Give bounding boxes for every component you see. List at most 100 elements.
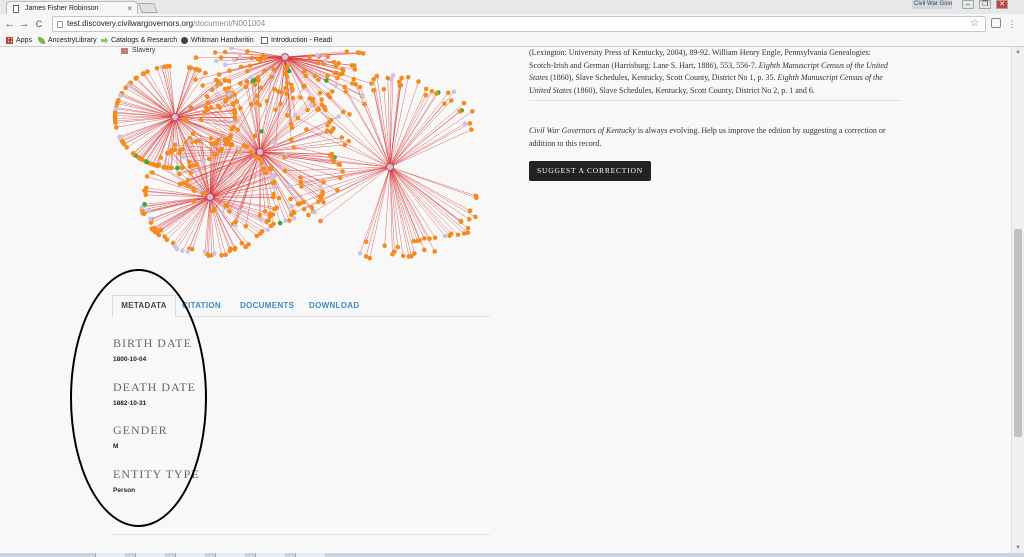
graph-node[interactable]: [304, 127, 309, 132]
graph-node[interactable]: [276, 195, 282, 201]
graph-node[interactable]: [283, 85, 288, 91]
graph-node[interactable]: [231, 57, 237, 63]
network-graph[interactable]: [100, 47, 480, 277]
graph-node[interactable]: [442, 233, 448, 239]
graph-node[interactable]: [406, 74, 411, 80]
graph-node[interactable]: [329, 89, 335, 94]
graph-node[interactable]: [243, 244, 248, 249]
graph-node[interactable]: [343, 89, 349, 94]
graph-node[interactable]: [232, 120, 237, 126]
graph-node[interactable]: [298, 201, 303, 206]
graph-node[interactable]: [214, 77, 219, 83]
graph-node[interactable]: [352, 63, 357, 68]
graph-node[interactable]: [399, 75, 404, 81]
graph-node[interactable]: [222, 86, 228, 92]
taskbar-item[interactable]: [215, 553, 245, 557]
graph-node[interactable]: [262, 209, 268, 214]
graph-node[interactable]: [232, 115, 238, 120]
graph-node[interactable]: [291, 145, 296, 150]
graph-node[interactable]: [314, 53, 320, 58]
graph-node[interactable]: [120, 139, 125, 144]
graph-node[interactable]: [228, 132, 234, 138]
tab-documents[interactable]: DOCUMENTS: [240, 301, 294, 310]
graph-node[interactable]: [172, 243, 178, 249]
graph-node[interactable]: [258, 85, 264, 91]
graph-node[interactable]: [181, 154, 186, 159]
graph-node[interactable]: [462, 121, 468, 126]
graph-node[interactable]: [298, 180, 304, 185]
graph-node[interactable]: [193, 55, 199, 60]
graph-node[interactable]: [390, 73, 396, 78]
new-tab-button[interactable]: [138, 3, 158, 13]
graph-node[interactable]: [449, 98, 454, 103]
graph-node[interactable]: [451, 89, 457, 94]
graph-node[interactable]: [177, 181, 183, 187]
graph-node[interactable]: [340, 109, 346, 115]
bookmark-whitman[interactable]: Whitman Handwritin: [181, 35, 254, 46]
graph-node[interactable]: [228, 142, 233, 148]
graph-node[interactable]: [334, 70, 339, 76]
graph-node[interactable]: [228, 246, 233, 251]
browser-tab[interactable]: James Fisher Robinson ×: [6, 1, 138, 15]
graph-node[interactable]: [295, 115, 301, 121]
graph-node[interactable]: [469, 127, 474, 132]
graph-hub-node[interactable]: [171, 113, 179, 121]
graph-node[interactable]: [360, 51, 366, 56]
graph-node[interactable]: [325, 54, 331, 59]
graph-node[interactable]: [473, 214, 478, 220]
graph-node[interactable]: [254, 100, 260, 105]
graph-node[interactable]: [303, 73, 309, 79]
graph-node[interactable]: [261, 166, 266, 172]
graph-node[interactable]: [335, 187, 340, 193]
graph-node[interactable]: [237, 54, 243, 60]
graph-node[interactable]: [236, 145, 241, 151]
scroll-up-icon[interactable]: ▲: [1015, 49, 1021, 55]
graph-node[interactable]: [227, 68, 232, 73]
graph-node[interactable]: [146, 208, 152, 214]
graph-node[interactable]: [177, 147, 183, 153]
graph-node[interactable]: [330, 127, 335, 132]
graph-node[interactable]: [432, 249, 438, 254]
graph-node[interactable]: [271, 191, 276, 197]
graph-node[interactable]: [283, 218, 288, 223]
graph-node[interactable]: [318, 184, 323, 189]
graph-node[interactable]: [339, 135, 345, 140]
graph-node[interactable]: [231, 102, 236, 108]
graph-node[interactable]: [340, 169, 345, 174]
graph-node[interactable]: [182, 116, 187, 122]
graph-node[interactable]: [302, 69, 307, 74]
graph-node[interactable]: [422, 247, 427, 253]
suggest-correction-button[interactable]: SUGGEST A CORRECTION: [529, 161, 651, 181]
minimize-button[interactable]: –: [962, 0, 974, 9]
graph-node[interactable]: [467, 216, 472, 222]
graph-node[interactable]: [162, 165, 168, 170]
graph-node[interactable]: [186, 159, 192, 165]
graph-node[interactable]: [112, 118, 118, 124]
graph-node[interactable]: [238, 105, 243, 111]
graph-node[interactable]: [298, 175, 303, 180]
graph-node[interactable]: [143, 189, 148, 194]
graph-node[interactable]: [409, 253, 414, 259]
graph-node[interactable]: [289, 82, 294, 88]
graph-node[interactable]: [467, 121, 473, 126]
bookmark-apps[interactable]: Apps: [6, 35, 32, 46]
graph-node[interactable]: [233, 219, 238, 225]
graph-node[interactable]: [342, 84, 347, 90]
taskbar-item[interactable]: [175, 553, 205, 557]
graph-node[interactable]: [262, 56, 267, 61]
graph-node[interactable]: [284, 81, 290, 86]
graph-node[interactable]: [298, 95, 303, 100]
address-bar[interactable]: test.discovery.civilwargovernors.org/doc…: [52, 16, 986, 32]
graph-node[interactable]: [282, 154, 287, 160]
graph-node[interactable]: [323, 58, 328, 63]
graph-node[interactable]: [448, 231, 454, 236]
graph-node[interactable]: [217, 105, 223, 110]
graph-node[interactable]: [231, 124, 237, 130]
graph-node[interactable]: [155, 163, 160, 169]
graph-node[interactable]: [269, 175, 274, 181]
graph-node[interactable]: [374, 73, 380, 79]
graph-node[interactable]: [188, 170, 194, 176]
graph-node[interactable]: [362, 102, 367, 107]
graph-node[interactable]: [289, 137, 294, 142]
graph-node[interactable]: [212, 251, 217, 256]
